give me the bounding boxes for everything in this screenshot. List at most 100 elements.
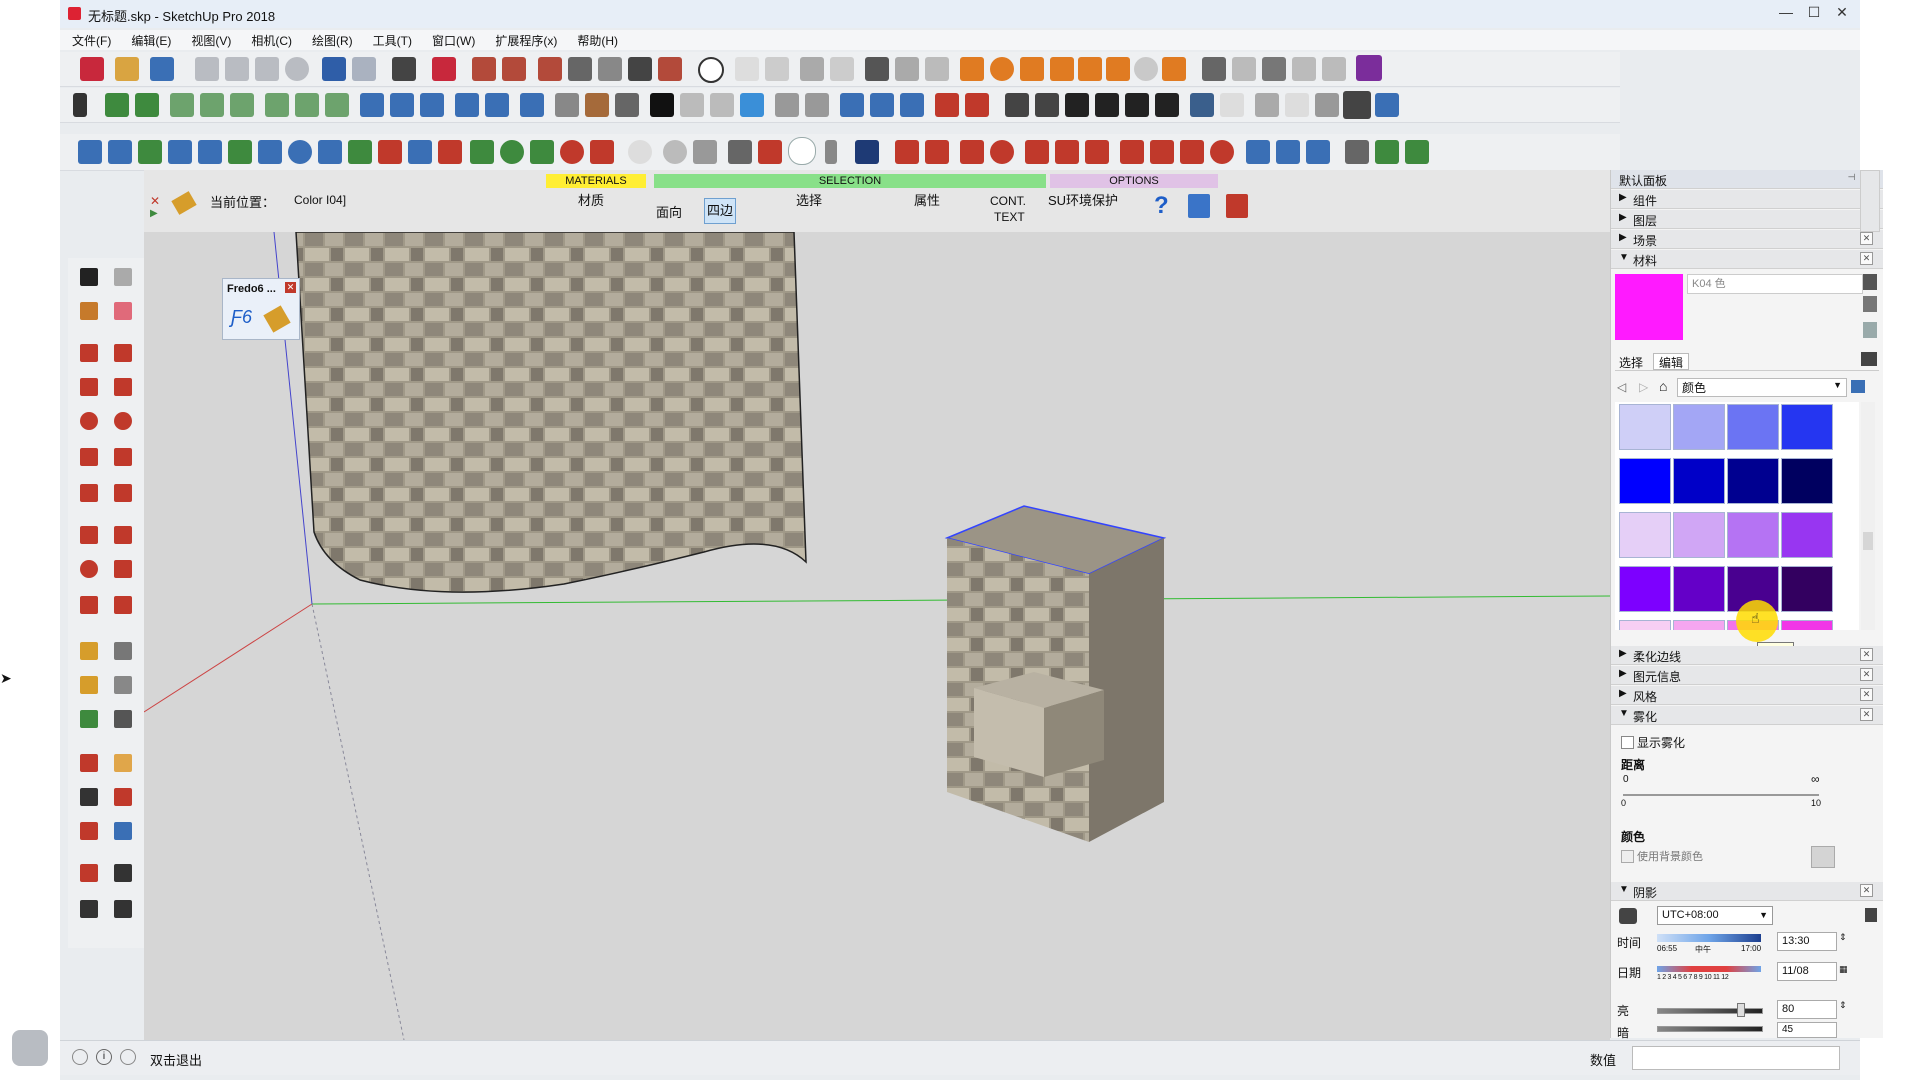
material-name-field[interactable]: K04 色 — [1687, 274, 1863, 294]
window-tool-icon[interactable] — [830, 57, 854, 81]
create-material-icon[interactable] — [1863, 274, 1877, 290]
arc-icon[interactable] — [318, 140, 342, 164]
lines-1-icon[interactable] — [170, 93, 194, 117]
trash-icon[interactable] — [1188, 194, 1210, 218]
color-swatch[interactable] — [1781, 566, 1833, 612]
shadow-settings-icon[interactable] — [1865, 908, 1877, 922]
play-icon[interactable]: ▶ — [150, 208, 158, 219]
new-icon[interactable] — [80, 57, 104, 81]
color-swatch[interactable] — [1673, 458, 1725, 504]
dotted-icon[interactable] — [710, 93, 734, 117]
timezone-dropdown[interactable]: UTC+08:00 ▼ — [1657, 906, 1773, 925]
forward-arrow-icon[interactable]: ▷ — [1639, 380, 1648, 394]
box-open-icon[interactable] — [1262, 57, 1286, 81]
time-input[interactable]: 13:30 — [1777, 932, 1837, 951]
color-swatch[interactable] — [1619, 566, 1671, 612]
sphere-white-icon[interactable] — [788, 137, 816, 165]
cont-button[interactable]: CONT. — [990, 194, 1026, 208]
style-d-icon[interactable] — [1285, 93, 1309, 117]
color-swatch[interactable] — [1781, 458, 1833, 504]
grid-b-icon[interactable] — [485, 93, 509, 117]
style-f-icon[interactable] — [1343, 91, 1371, 119]
line-green-icon[interactable] — [470, 140, 494, 164]
sphere-b-icon[interactable] — [663, 140, 687, 164]
lines-3-icon[interactable] — [230, 93, 254, 117]
minimize-button[interactable]: — — [1772, 3, 1800, 21]
distance-slider[interactable] — [1623, 794, 1819, 796]
teapot-icon[interactable] — [735, 57, 759, 81]
sphere-icon[interactable] — [628, 140, 652, 164]
menu-extensions[interactable]: 扩展程序(x) — [483, 30, 565, 49]
calendar-icon[interactable]: ▦ — [1839, 964, 1848, 975]
text-button[interactable]: TEXT — [994, 210, 1025, 224]
date-input[interactable]: 11/08 — [1777, 962, 1837, 981]
curve-e-icon[interactable] — [198, 140, 222, 164]
car-icon[interactable] — [1202, 57, 1226, 81]
pencil-icon[interactable] — [171, 191, 197, 215]
options-tab[interactable]: OPTIONS — [1050, 174, 1218, 188]
menu-tools[interactable]: 工具(T) — [361, 30, 420, 49]
lock-green-icon[interactable] — [1375, 140, 1399, 164]
curved-wall[interactable] — [295, 232, 807, 593]
eyedropper-icon[interactable] — [1861, 352, 1877, 366]
swatch-scrollbar[interactable] — [1861, 402, 1875, 630]
spiral-icon[interactable] — [288, 140, 312, 164]
house-e-icon[interactable] — [1125, 93, 1149, 117]
shield-d-icon[interactable] — [1345, 140, 1369, 164]
menu-draw[interactable]: 绘图(R) — [300, 30, 361, 49]
ring-icon[interactable] — [1134, 57, 1158, 81]
color-swatch[interactable] — [1781, 512, 1833, 558]
light-icon[interactable] — [1162, 57, 1186, 81]
solid-a-icon[interactable] — [728, 140, 752, 164]
save-icon[interactable] — [150, 57, 174, 81]
tab-edit[interactable]: 编辑 — [1653, 353, 1689, 370]
su-red-icon[interactable] — [895, 140, 919, 164]
circle-tool-icon[interactable] — [990, 57, 1014, 81]
exit-icon[interactable] — [1226, 194, 1248, 218]
toggle-shadows-icon[interactable] — [1619, 908, 1637, 924]
scale-up-icon[interactable] — [105, 93, 129, 117]
network-icon[interactable] — [740, 93, 764, 117]
tray-section-entity-info[interactable]: ▶ 图元信息 ✕ — [1611, 666, 1883, 685]
house-a-icon[interactable] — [1005, 93, 1029, 117]
dash-plus-icon[interactable] — [295, 93, 319, 117]
arc-b-icon[interactable] — [408, 140, 432, 164]
menu-help[interactable]: 帮助(H) — [565, 30, 626, 49]
undo-icon[interactable] — [322, 57, 346, 81]
arc-green-icon[interactable] — [228, 140, 252, 164]
angle-icon[interactable] — [1020, 57, 1044, 81]
tray-section-materials[interactable]: ▼ 材料 ✕ — [1611, 250, 1883, 269]
color-swatch[interactable] — [1781, 404, 1833, 450]
dome-icon[interactable] — [1106, 57, 1130, 81]
mesh-icon[interactable] — [555, 93, 579, 117]
tray-section-soften[interactable]: ▶ 柔化边线 ✕ — [1611, 646, 1883, 665]
open-icon[interactable] — [115, 57, 139, 81]
panel-a-icon[interactable] — [775, 93, 799, 117]
move-small-icon[interactable] — [680, 93, 704, 117]
arrow-x-icon[interactable] — [870, 93, 894, 117]
env-protect-label[interactable]: SU环境保护 — [1048, 190, 1118, 209]
paste-icon[interactable] — [255, 57, 279, 81]
lock-frame-icon[interactable] — [925, 57, 949, 81]
tray-section-fog[interactable]: ▼ 雾化 ✕ — [1611, 706, 1883, 725]
menu-edit[interactable]: 编辑(E) — [119, 30, 179, 49]
blob-a-icon[interactable] — [1120, 140, 1144, 164]
color-swatch[interactable] — [1673, 404, 1725, 450]
print-icon[interactable] — [392, 57, 416, 81]
house-b-icon[interactable] — [1035, 93, 1059, 117]
polygon-icon[interactable] — [500, 140, 524, 164]
selection-tab[interactable]: SELECTION — [654, 174, 1046, 188]
curve-c-icon[interactable] — [138, 140, 162, 164]
ellipse-icon[interactable] — [560, 140, 584, 164]
extension-warehouse-icon[interactable] — [1356, 55, 1382, 81]
color-swatch[interactable] — [1673, 512, 1725, 558]
funnel-icon[interactable] — [960, 57, 984, 81]
loop-red-icon[interactable] — [990, 140, 1014, 164]
measurements-input[interactable] — [1632, 1046, 1840, 1070]
select-arrow-icon[interactable] — [73, 93, 87, 117]
tab-select[interactable]: 选择 — [1619, 354, 1643, 371]
back-arrow-icon[interactable]: ◁ — [1617, 380, 1626, 394]
texture-icon[interactable] — [585, 93, 609, 117]
color-swatch[interactable] — [1619, 458, 1671, 504]
zigzag-icon[interactable] — [348, 140, 372, 164]
